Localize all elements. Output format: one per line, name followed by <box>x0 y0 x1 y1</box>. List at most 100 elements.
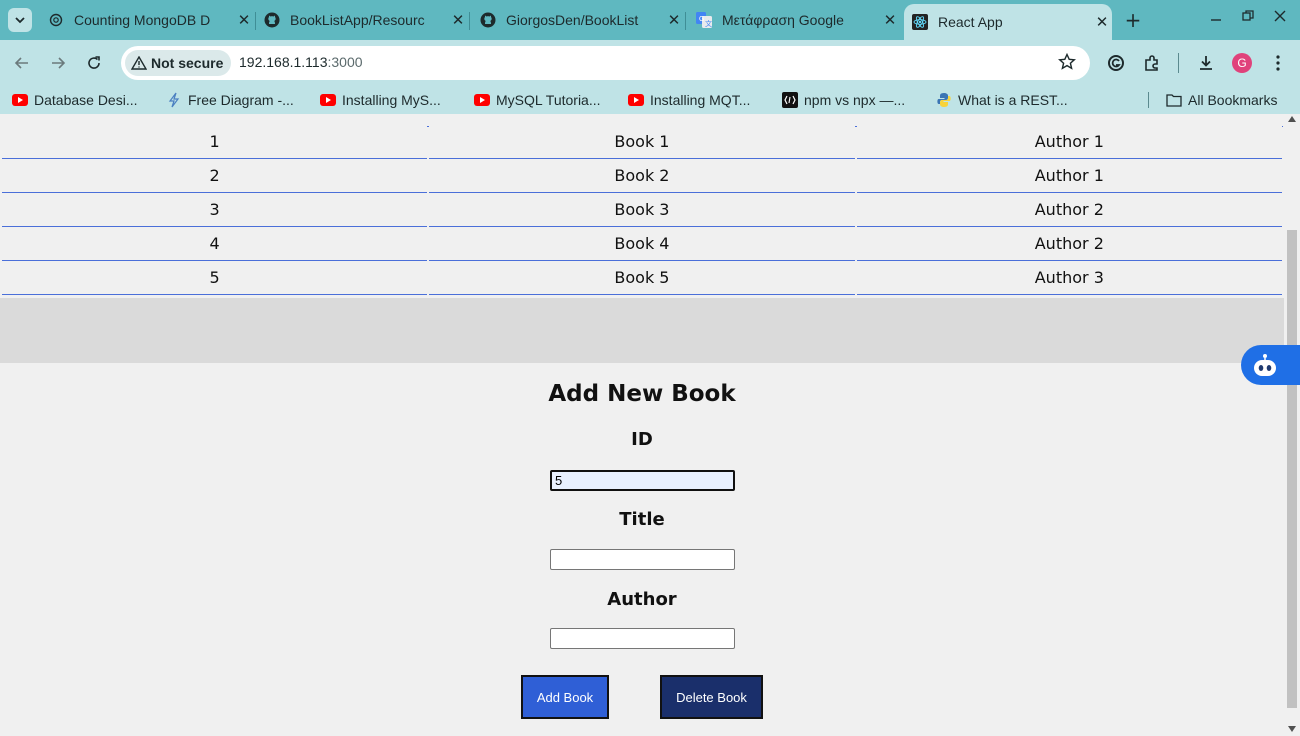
python-icon <box>936 92 952 108</box>
bookmark-4[interactable]: Installing MQT... <box>628 91 750 109</box>
title-label: Title <box>619 509 665 530</box>
window-close-icon[interactable] <box>1274 10 1286 26</box>
url-host: 192.168.1.113 <box>239 54 328 70</box>
robot-icon <box>1254 354 1276 376</box>
tab-2[interactable]: GiorgosDen/BookList ✕ <box>472 6 684 34</box>
new-tab-button[interactable]: + <box>1122 8 1144 32</box>
extensions-icon[interactable] <box>1142 53 1162 73</box>
cell-title: Book 2 <box>429 159 855 193</box>
arrow-right-icon <box>52 57 66 69</box>
table-row: 3 Book 3 Author 2 <box>2 193 1282 227</box>
url-port: :3000 <box>327 54 363 70</box>
bookmark-label: What is a REST... <box>958 92 1068 108</box>
tab-3[interactable]: G文 Μετάφραση Google ✕ <box>688 6 900 34</box>
author-input[interactable] <box>550 628 735 649</box>
cell-author: Author 2 <box>856 227 1282 261</box>
grammarly-icon[interactable] <box>1106 53 1126 73</box>
tab-separator <box>685 12 686 30</box>
table-row: 4 Book 4 Author 2 <box>2 227 1282 261</box>
reload-button[interactable] <box>82 51 106 75</box>
id-input[interactable] <box>550 470 735 491</box>
download-icon[interactable] <box>1196 53 1216 73</box>
scroll-thumb[interactable] <box>1287 230 1297 708</box>
restore-icon[interactable] <box>1242 10 1254 26</box>
youtube-icon <box>12 92 28 108</box>
table-row: 2 Book 2 Author 1 <box>2 159 1282 193</box>
youtube-icon <box>628 92 644 108</box>
cell-id: 1 <box>2 125 428 159</box>
address-bar[interactable]: Not secure 192.168.1.113:3000 <box>121 46 1090 80</box>
all-bookmarks[interactable]: All Bookmarks <box>1166 91 1277 109</box>
tab-title: GiorgosDen/BookList <box>506 12 639 28</box>
bookmarks-bar: Database Desi... Free Diagram -... Insta… <box>0 86 1300 114</box>
youtube-icon <box>320 92 336 108</box>
cell-title: Book 4 <box>429 227 855 261</box>
close-icon[interactable]: ✕ <box>234 11 254 29</box>
google-translate-icon: G文 <box>696 12 712 28</box>
minimize-icon[interactable] <box>1210 10 1222 26</box>
page-content: 1 Book 1 Author 1 2 Book 2 Author 1 3 Bo… <box>0 114 1284 736</box>
bookmark-6[interactable]: What is a REST... <box>936 91 1068 109</box>
tab-1[interactable]: BookListApp/Resourc ✕ <box>256 6 468 34</box>
profile-avatar[interactable]: G <box>1232 53 1252 73</box>
close-icon[interactable]: ✕ <box>1092 13 1112 31</box>
close-icon[interactable]: ✕ <box>448 11 468 29</box>
delete-book-button[interactable]: Delete Book <box>660 675 763 719</box>
tab-title: Counting MongoDB D <box>74 12 211 28</box>
cell-title: Book 5 <box>429 261 855 295</box>
tab-4-active[interactable]: React App ✕ <box>904 4 1112 40</box>
security-chip[interactable]: Not secure <box>125 50 232 76</box>
bookmark-0[interactable]: Database Desi... <box>12 91 138 109</box>
close-icon[interactable]: ✕ <box>664 11 684 29</box>
bookmark-label: Free Diagram -... <box>188 92 294 108</box>
table-row: 1 Book 1 Author 1 <box>2 125 1282 159</box>
close-icon[interactable]: ✕ <box>880 11 900 29</box>
bookmark-1[interactable]: Free Diagram -... <box>166 91 294 109</box>
scroll-down-arrow-icon[interactable] <box>1288 726 1296 732</box>
url-text[interactable]: 192.168.1.113:3000 <box>239 54 363 70</box>
bookmark-label: npm vs npx —... <box>804 92 906 108</box>
section-divider-band <box>0 298 1284 363</box>
bookmark-label: Installing MQT... <box>650 92 751 108</box>
form-heading: Add New Book <box>548 381 736 407</box>
tab-title: BookListApp/Resourc <box>290 12 425 28</box>
bookmark-2[interactable]: Installing MyS... <box>320 91 441 109</box>
add-book-button[interactable]: Add Book <box>521 675 609 719</box>
tab-0[interactable]: Counting MongoDB D ✕ <box>40 6 254 34</box>
bookmark-label: Installing MyS... <box>342 92 441 108</box>
svg-text:文: 文 <box>705 19 712 28</box>
cell-title: Book 1 <box>429 125 855 159</box>
reload-icon <box>88 56 100 69</box>
tab-title: Μετάφραση Google <box>722 12 844 28</box>
forward-button[interactable] <box>46 51 70 75</box>
youtube-icon <box>474 92 490 108</box>
id-label: ID <box>631 429 653 450</box>
tab-separator <box>469 12 470 30</box>
cell-author: Author 1 <box>856 159 1282 193</box>
tab-title: React App <box>938 14 1003 30</box>
warning-icon <box>131 56 147 70</box>
cell-id: 5 <box>2 261 428 295</box>
books-table: 1 Book 1 Author 1 2 Book 2 Author 1 3 Bo… <box>0 125 1284 295</box>
title-input[interactable] <box>550 549 735 570</box>
svg-text:G: G <box>699 16 704 23</box>
bookmark-3[interactable]: MySQL Tutoria... <box>474 91 601 109</box>
all-bookmarks-label: All Bookmarks <box>1188 92 1278 108</box>
arrow-left-icon <box>14 57 28 69</box>
cell-author: Author 3 <box>856 261 1282 295</box>
page-scrollbar[interactable] <box>1284 114 1300 736</box>
bookmark-label: Database Desi... <box>34 92 138 108</box>
bookmark-5[interactable]: npm vs npx —... <box>782 91 905 109</box>
chevron-down-icon <box>15 17 25 24</box>
bookmark-label: MySQL Tutoria... <box>496 92 601 108</box>
back-button[interactable] <box>10 51 34 75</box>
folder-icon <box>1166 92 1182 108</box>
bookmark-star-icon[interactable] <box>1058 52 1076 75</box>
cell-id: 2 <box>2 159 428 193</box>
dev-icon <box>782 92 798 108</box>
cell-id: 4 <box>2 227 428 261</box>
menu-kebab-icon[interactable] <box>1268 53 1288 73</box>
scroll-up-arrow-icon[interactable] <box>1288 116 1296 122</box>
tab-search-button[interactable] <box>8 8 32 32</box>
assistant-bot-button[interactable] <box>1241 345 1300 385</box>
